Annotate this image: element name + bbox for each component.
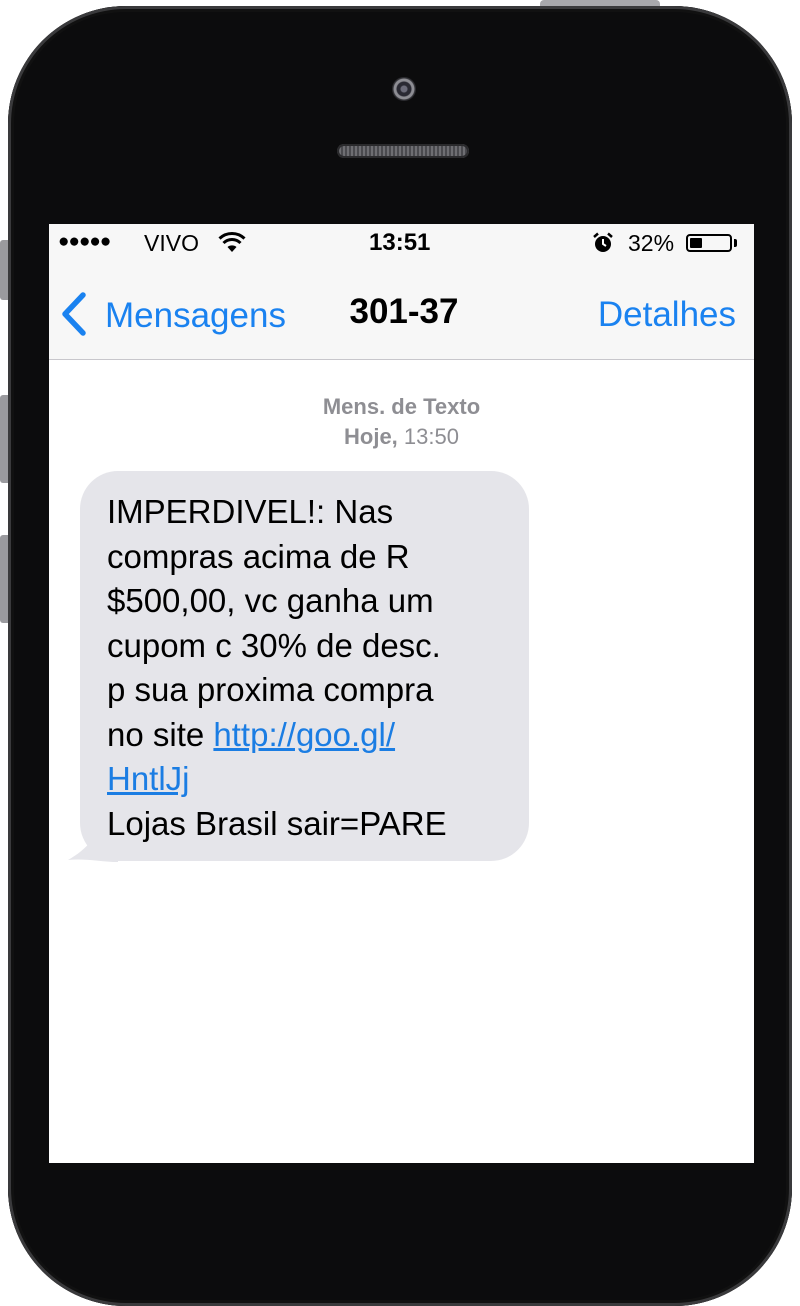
details-button[interactable]: Detalhes: [598, 295, 736, 335]
alarm-icon: [593, 232, 613, 252]
message-line: Lojas Brasil sair=PARE: [107, 804, 447, 842]
conversation-title: 301-37: [349, 292, 459, 331]
battery-level: [690, 238, 702, 248]
message-line: IMPERDIVEL!: Nas: [107, 493, 394, 530]
message-link-part2[interactable]: HntlJj: [107, 760, 190, 797]
earpiece-speaker: [337, 144, 469, 158]
message-line: HntlJj: [107, 757, 507, 802]
message-timestamp: Mens. de Texto Hoje, 13:50: [49, 392, 754, 452]
status-bar: ●●●●● VIVO 13:51 32%: [49, 224, 754, 262]
carrier-name: VIVO: [144, 230, 199, 256]
wifi-icon: [218, 231, 246, 252]
battery-tip: [734, 239, 737, 247]
back-chevron-icon: [62, 292, 86, 336]
message-time: 13:50: [403, 424, 459, 449]
message-day: Hoje,: [344, 424, 398, 449]
message-type-label: Mens. de Texto: [322, 394, 481, 419]
signal-strength: ●●●●●: [58, 231, 111, 252]
message-line: no site: [107, 715, 214, 753]
front-camera: [392, 77, 416, 101]
navigation-bar: Mensagens 301-37 Detalhes: [49, 262, 754, 360]
message-line: $500,00, vc ganha um: [107, 582, 434, 619]
phone-screen: ●●●●● VIVO 13:51 32% Mensagens 301-37 De…: [49, 224, 754, 1163]
message-line: cupom c 30% de desc.: [107, 626, 441, 664]
message-link-part1[interactable]: http://goo.gl/: [213, 716, 395, 753]
battery-percent: 32%: [628, 230, 675, 256]
battery-icon: [686, 234, 732, 252]
status-time: 13:51: [369, 229, 431, 256]
message-line: p sua proxima compra: [107, 671, 434, 708]
message-line: compras acima de R: [107, 537, 410, 575]
message-date: Hoje, 13:50: [49, 422, 754, 452]
message-text: IMPERDIVEL!: Nas compras acima de R $500…: [107, 490, 507, 846]
message-line-with-link: no site http://goo.gl/: [107, 713, 507, 758]
back-label: Mensagens: [105, 296, 286, 335]
